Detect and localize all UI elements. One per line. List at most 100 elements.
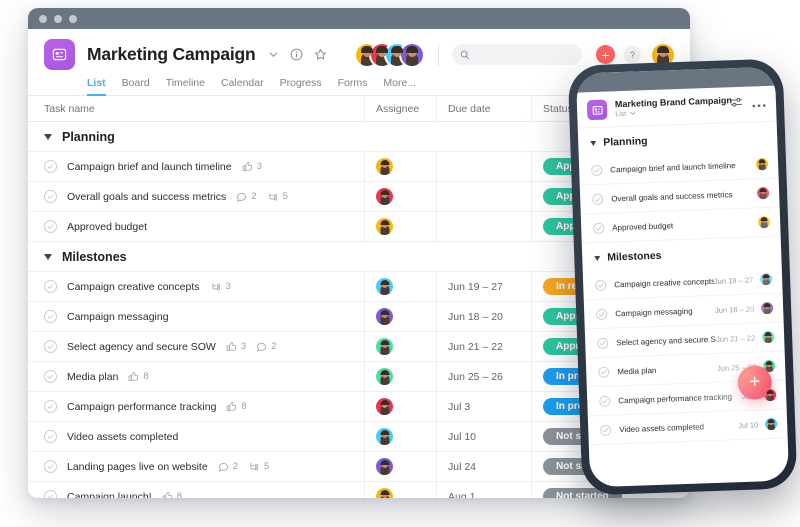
- task-due-cell[interactable]: Jun 19 – 27: [436, 272, 531, 301]
- task-complete-checkbox[interactable]: [595, 279, 607, 291]
- task-complete-checkbox[interactable]: [44, 280, 57, 293]
- task-meta-count: 2: [271, 341, 277, 352]
- task-complete-checkbox[interactable]: [44, 430, 57, 443]
- avatar-assignee[interactable]: [376, 158, 393, 175]
- avatar-assignee[interactable]: [376, 188, 393, 205]
- task-name: Approved budget: [67, 220, 147, 233]
- task-complete-checkbox[interactable]: [44, 340, 57, 353]
- task-meta-subtask: 5: [267, 191, 288, 202]
- task-complete-checkbox[interactable]: [44, 220, 57, 233]
- task-meta-thumbs-up: 8: [128, 371, 149, 382]
- search-box[interactable]: [452, 44, 592, 65]
- task-due-cell[interactable]: Jun 18 – 20: [436, 302, 531, 331]
- chevron-down-icon[interactable]: [268, 49, 279, 60]
- task-meta-count: 3: [240, 341, 247, 352]
- avatar-assignee[interactable]: [759, 272, 773, 286]
- help-button[interactable]: ?: [624, 46, 641, 63]
- task-complete-checkbox[interactable]: [44, 370, 57, 383]
- collapse-caret-icon[interactable]: [594, 255, 601, 261]
- collapse-caret-icon[interactable]: [590, 140, 597, 146]
- task-complete-checkbox[interactable]: [44, 160, 57, 173]
- window-maximize-dot[interactable]: [69, 14, 77, 23]
- task-complete-checkbox[interactable]: [593, 222, 605, 234]
- task-assignee-cell[interactable]: [364, 482, 436, 498]
- task-due-cell[interactable]: Aug 1: [436, 482, 531, 498]
- task-due-cell[interactable]: Jun 21 – 22: [436, 332, 531, 361]
- task-due-cell[interactable]: Jul 3: [436, 392, 531, 421]
- tab-more[interactable]: More...: [383, 77, 416, 96]
- task-due-date: Jun 18 – 20: [448, 310, 503, 323]
- avatar-assignee[interactable]: [755, 157, 769, 171]
- task-assignee-cell[interactable]: [364, 422, 436, 451]
- task-complete-checkbox[interactable]: [44, 190, 57, 203]
- avatar-assignee[interactable]: [376, 368, 393, 385]
- task-due-cell[interactable]: Jun 25 – 26: [436, 362, 531, 391]
- task-due-cell[interactable]: Jul 10: [436, 422, 531, 451]
- avatar-assignee[interactable]: [376, 458, 393, 475]
- search-input[interactable]: [470, 49, 592, 60]
- tab-forms[interactable]: Forms: [338, 77, 368, 96]
- task-meta-comment: 2: [256, 341, 276, 352]
- task-meta-count: 8: [143, 371, 149, 382]
- avatar-assignee[interactable]: [764, 417, 778, 431]
- task-assignee-cell[interactable]: [364, 182, 436, 211]
- more-horizontal-icon[interactable]: [752, 95, 767, 113]
- task-complete-checkbox[interactable]: [600, 424, 612, 436]
- task-assignee-cell[interactable]: [364, 452, 436, 481]
- task-due-cell[interactable]: [436, 182, 531, 211]
- avatar-assignee[interactable]: [756, 186, 770, 200]
- avatar-assignee[interactable]: [760, 301, 774, 315]
- tab-board[interactable]: Board: [122, 77, 150, 96]
- task-due-cell[interactable]: [436, 152, 531, 181]
- task-name: Campaign messaging: [67, 310, 169, 323]
- window-close-dot[interactable]: [39, 14, 47, 23]
- task-assignee-cell[interactable]: [364, 392, 436, 421]
- task-assignee-cell[interactable]: [364, 362, 436, 391]
- task-complete-checkbox[interactable]: [44, 400, 57, 413]
- avatar-assignee[interactable]: [376, 398, 393, 415]
- task-complete-checkbox[interactable]: [44, 310, 57, 323]
- task-due-cell[interactable]: Jul 24: [436, 452, 531, 481]
- star-icon[interactable]: [314, 48, 327, 61]
- avatar-assignee[interactable]: [761, 330, 775, 344]
- task-assignee-cell[interactable]: [364, 332, 436, 361]
- tab-calendar[interactable]: Calendar: [221, 77, 264, 96]
- avatar-assignee[interactable]: [757, 215, 771, 229]
- tab-timeline[interactable]: Timeline: [166, 77, 205, 96]
- task-meta-subtask: 5: [248, 461, 269, 472]
- avatar-assignee[interactable]: [376, 308, 393, 325]
- task-complete-checkbox[interactable]: [598, 366, 610, 378]
- info-circle-icon[interactable]: [290, 48, 303, 61]
- avatar-assignee[interactable]: [376, 278, 393, 295]
- avatar-assignee[interactable]: [376, 428, 393, 445]
- task-name-cell: Select agency and secure SOW 3 2: [28, 332, 364, 361]
- task-complete-checkbox[interactable]: [591, 164, 603, 176]
- avatar-assignee[interactable]: [376, 218, 393, 235]
- phone-section-title: Milestones: [607, 249, 662, 264]
- task-assignee-cell[interactable]: [364, 272, 436, 301]
- task-assignee-cell[interactable]: [364, 302, 436, 331]
- collapse-caret-icon[interactable]: [44, 133, 52, 140]
- phone-list-item[interactable]: Video assets completed Jul 10: [587, 409, 788, 446]
- task-complete-checkbox[interactable]: [592, 193, 604, 205]
- task-name-cell: Campaign messaging: [28, 302, 364, 331]
- tab-list[interactable]: List: [87, 77, 106, 96]
- task-meta-group: 8: [226, 401, 247, 412]
- task-assignee-cell[interactable]: [364, 152, 436, 181]
- member-avatar-stack[interactable]: [356, 43, 423, 66]
- window-minimize-dot[interactable]: [54, 14, 62, 23]
- task-assignee-cell[interactable]: [364, 212, 436, 241]
- avatar-assignee[interactable]: [376, 338, 393, 355]
- collapse-caret-icon[interactable]: [44, 253, 52, 260]
- filter-sliders-icon[interactable]: [730, 96, 744, 114]
- task-complete-checkbox[interactable]: [599, 395, 611, 407]
- task-complete-checkbox[interactable]: [596, 308, 608, 320]
- task-complete-checkbox[interactable]: [44, 490, 57, 498]
- avatar-member-4[interactable]: [401, 43, 423, 66]
- add-button[interactable]: +: [596, 45, 615, 64]
- avatar-assignee[interactable]: [376, 488, 393, 498]
- task-complete-checkbox[interactable]: [44, 460, 57, 473]
- tab-progress[interactable]: Progress: [280, 77, 322, 96]
- task-due-cell[interactable]: [436, 212, 531, 241]
- task-complete-checkbox[interactable]: [597, 337, 609, 349]
